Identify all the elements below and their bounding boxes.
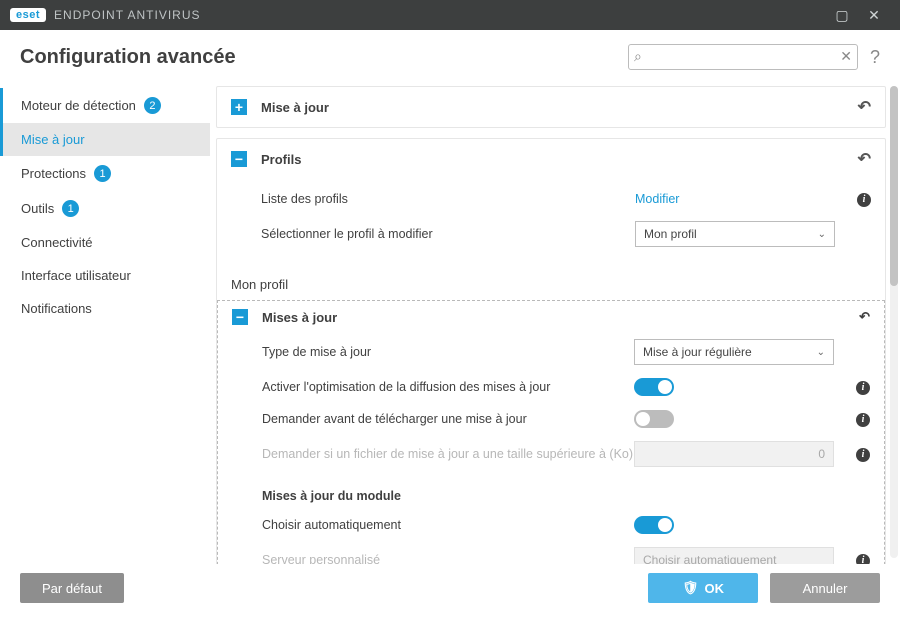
sidebar-item-label: Outils bbox=[21, 201, 54, 216]
info-icon[interactable]: i bbox=[856, 381, 870, 395]
undo-icon[interactable]: ↶ bbox=[859, 309, 870, 325]
sidebar-item-update[interactable]: Mise à jour bbox=[0, 123, 210, 156]
info-icon[interactable]: i bbox=[856, 413, 870, 427]
scrollbar-thumb[interactable] bbox=[890, 86, 898, 286]
module-updates-heading: Mises à jour du module bbox=[218, 473, 884, 509]
panel-title: Profils bbox=[261, 152, 301, 167]
custom-server-input: Choisir automatiquement bbox=[634, 547, 834, 564]
update-type-select[interactable]: Mise à jour régulière ⌄ bbox=[634, 339, 834, 365]
undo-icon[interactable]: ↶ bbox=[858, 97, 871, 117]
brand-logo: eset bbox=[10, 8, 46, 22]
clear-search-icon[interactable]: ✕ bbox=[840, 48, 852, 65]
optimization-toggle[interactable] bbox=[634, 378, 674, 396]
product-name: ENDPOINT ANTIVIRUS bbox=[54, 8, 200, 22]
window-close-icon[interactable]: ✕ bbox=[858, 7, 890, 24]
profile-select-label: Sélectionner le profil à modifier bbox=[261, 227, 635, 241]
default-button[interactable]: Par défaut bbox=[20, 573, 124, 603]
sidebar-item-label: Moteur de détection bbox=[21, 98, 136, 113]
subpanel-updates: − Mises à jour ↶ Type de mise à jour Mis… bbox=[217, 300, 885, 564]
sidebar-item-notifications[interactable]: Notifications bbox=[0, 292, 210, 325]
select-value: Mon profil bbox=[644, 227, 697, 241]
sidebar: Moteur de détection 2 Mise à jour Protec… bbox=[0, 80, 210, 564]
search-icon: ⌕ bbox=[634, 48, 642, 65]
shield-icon: 🛡 bbox=[682, 580, 699, 596]
sidebar-item-detection-engine[interactable]: Moteur de détection 2 bbox=[0, 88, 210, 123]
page-title: Configuration avancée bbox=[20, 46, 628, 69]
auto-choose-label: Choisir automatiquement bbox=[262, 518, 634, 532]
titlebar: eset ENDPOINT ANTIVIRUS ▢ ✕ bbox=[0, 0, 900, 30]
sidebar-item-protections[interactable]: Protections 1 bbox=[0, 156, 210, 191]
sidebar-item-label: Notifications bbox=[21, 301, 92, 316]
profile-select[interactable]: Mon profil ⌄ bbox=[635, 221, 835, 247]
collapse-icon[interactable]: − bbox=[232, 309, 248, 325]
content-area: + Mise à jour ↶ − Profils ↶ Liste des pr… bbox=[210, 80, 900, 564]
undo-icon[interactable]: ↶ bbox=[858, 149, 871, 169]
custom-server-label: Serveur personnalisé bbox=[262, 553, 634, 564]
cancel-button[interactable]: Annuler bbox=[770, 573, 880, 603]
panel-update: + Mise à jour ↶ bbox=[216, 86, 886, 128]
ok-button[interactable]: 🛡OK bbox=[648, 573, 758, 603]
window-maximize-icon[interactable]: ▢ bbox=[826, 7, 858, 24]
sidebar-item-ui[interactable]: Interface utilisateur bbox=[0, 259, 210, 292]
update-type-label: Type de mise à jour bbox=[262, 345, 634, 359]
footer: Par défaut 🛡OK Annuler bbox=[0, 564, 900, 620]
panel-profiles: − Profils ↶ Liste des profils Modifier i… bbox=[216, 138, 886, 564]
expand-icon[interactable]: + bbox=[231, 99, 247, 115]
ask-before-download-label: Demander avant de télécharger une mise à… bbox=[262, 412, 634, 426]
subpanel-title: Mises à jour bbox=[262, 310, 337, 325]
info-icon[interactable]: i bbox=[856, 448, 870, 462]
profile-section-title: Mon profil bbox=[217, 273, 885, 298]
auto-choose-toggle[interactable] bbox=[634, 516, 674, 534]
sidebar-item-label: Mise à jour bbox=[21, 132, 85, 147]
header: Configuration avancée ⌕ ✕ ? bbox=[0, 30, 900, 80]
help-icon[interactable]: ? bbox=[870, 47, 880, 68]
sidebar-item-tools[interactable]: Outils 1 bbox=[0, 191, 210, 226]
sidebar-item-label: Interface utilisateur bbox=[21, 268, 131, 283]
sidebar-item-label: Connectivité bbox=[21, 235, 93, 250]
sidebar-item-label: Protections bbox=[21, 166, 86, 181]
ask-before-download-toggle[interactable] bbox=[634, 410, 674, 428]
select-value: Mise à jour régulière bbox=[643, 345, 752, 359]
badge: 1 bbox=[94, 165, 111, 182]
profile-list-label: Liste des profils bbox=[261, 192, 635, 206]
badge: 1 bbox=[62, 200, 79, 217]
modify-link[interactable]: Modifier bbox=[635, 192, 679, 206]
search-input[interactable] bbox=[628, 44, 858, 70]
sidebar-item-connectivity[interactable]: Connectivité bbox=[0, 226, 210, 259]
size-threshold-input bbox=[634, 441, 834, 467]
panel-title: Mise à jour bbox=[261, 100, 329, 115]
info-icon[interactable]: i bbox=[857, 193, 871, 207]
size-threshold-label: Demander si un fichier de mise à jour a … bbox=[262, 447, 634, 461]
optimization-label: Activer l'optimisation de la diffusion d… bbox=[262, 380, 634, 394]
badge: 2 bbox=[144, 97, 161, 114]
search-wrap: ⌕ ✕ bbox=[628, 44, 858, 70]
chevron-down-icon: ⌄ bbox=[817, 347, 825, 358]
chevron-down-icon: ⌄ bbox=[818, 229, 826, 240]
collapse-icon[interactable]: − bbox=[231, 151, 247, 167]
info-icon[interactable]: i bbox=[856, 554, 870, 564]
